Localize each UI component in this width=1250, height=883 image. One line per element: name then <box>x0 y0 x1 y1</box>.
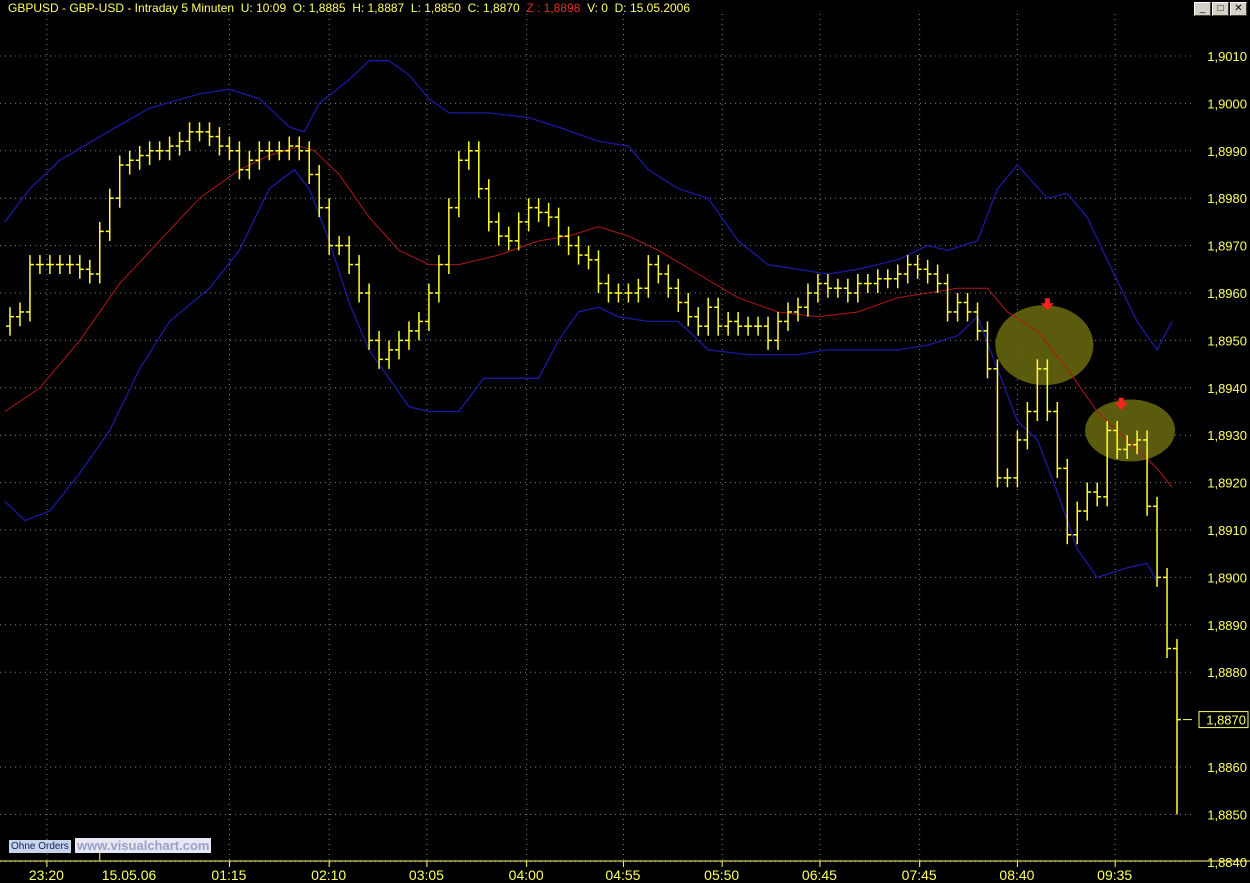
brand-watermark[interactable]: www.visualchart.com <box>75 838 212 853</box>
upper-bollinger-band <box>4 60 1173 352</box>
x-tick-label: 06:45 <box>802 867 837 883</box>
x-tick-label: 04:55 <box>605 867 640 883</box>
y-tick-label: 1,8900 <box>1207 570 1247 585</box>
orders-button[interactable]: Ohne Orders <box>9 840 71 853</box>
x-tick-label: 09:35 <box>1097 867 1132 883</box>
x-tick-label: 08:40 <box>999 867 1034 883</box>
x-tick-label: 05:50 <box>704 867 739 883</box>
price-chart[interactable]: 1,9010 1,9000 1,8990 1,8980 1,8970 1,8960 1,89… <box>0 0 1250 883</box>
x-tick-label: 15.05.06 <box>102 867 157 883</box>
y-tick-label: 1,8910 <box>1207 523 1247 538</box>
y-tick-label: 1,8950 <box>1207 333 1247 348</box>
highlight-ellipse <box>1085 399 1176 462</box>
y-tick-label: 1,8930 <box>1207 428 1247 443</box>
y-tick-label: 1,8980 <box>1207 191 1247 206</box>
y-tick-label: 1,8890 <box>1207 618 1247 633</box>
y-tick-label: 1,8850 <box>1207 807 1247 822</box>
highlight-ellipse <box>995 305 1094 386</box>
y-tick-label: 1,8880 <box>1207 665 1247 680</box>
y-tick-label: 1,8940 <box>1207 381 1247 396</box>
highlights <box>995 298 1176 462</box>
y-tick-label: 1,8840 <box>1207 855 1247 870</box>
price-bars <box>6 122 1181 815</box>
x-tick-label: 03:05 <box>409 867 444 883</box>
last-price-label: 1,8870 <box>1206 713 1246 728</box>
grid <box>0 14 1192 863</box>
x-tick-label: 01:15 <box>211 867 246 883</box>
y-tick-label: 1,9000 <box>1207 96 1247 111</box>
x-tick-label: 23:20 <box>29 867 64 883</box>
axes: 1,9010 1,9000 1,8990 1,8980 1,8970 1,8960 1,89… <box>0 49 1250 883</box>
y-tick-label: 1,8990 <box>1207 144 1247 159</box>
x-tick-label: 02:10 <box>311 867 346 883</box>
x-tick-label: 04:00 <box>509 867 544 883</box>
y-tick-label: 1,8920 <box>1207 476 1247 491</box>
y-tick-label: 1,9010 <box>1207 49 1247 64</box>
y-tick-label: 1,8860 <box>1207 760 1247 775</box>
y-tick-label: 1,8960 <box>1207 286 1247 301</box>
x-tick-label: 07:45 <box>902 867 937 883</box>
y-tick-label: 1,8970 <box>1207 239 1247 254</box>
